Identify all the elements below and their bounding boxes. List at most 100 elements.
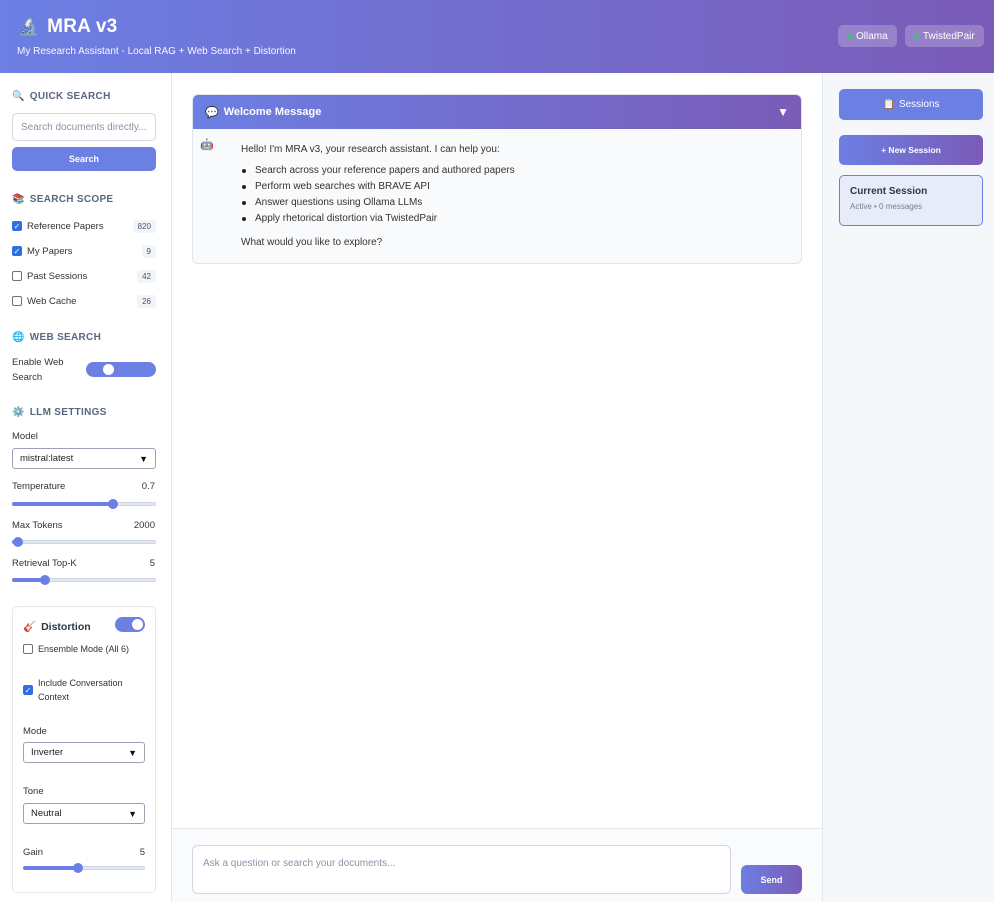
gain-label: Gain [23,847,44,858]
sessions-button[interactable]: 📋 Sessions [839,89,983,120]
welcome-intro: Hello! I'm MRA v3, your research assista… [241,144,500,155]
checkbox-past-sessions[interactable] [12,271,22,281]
max-tokens-label: Max Tokens [12,520,63,531]
speech-bubble-icon: 💬 [205,106,219,119]
status-dot-icon [914,33,919,39]
topk-slider[interactable] [12,575,156,585]
ensemble-mode-row[interactable]: Ensemble Mode (All 6) [23,644,129,654]
microscope-icon: 🔬 [18,17,40,36]
topk-label: Retrieval Top-K [12,558,77,569]
app-title: MRA v3 [47,16,118,37]
chat-input-bar: Ask a question or search your documents.… [172,828,822,902]
web-search-toggle[interactable] [86,362,156,377]
max-tokens-value: 2000 [133,520,155,531]
toggle-knob [132,619,143,630]
brand: 🔬 MRA v3 [18,16,117,38]
model-value: mistral:latest [20,453,74,464]
checkbox-web-cache[interactable] [12,296,22,306]
collapse-triangle-icon[interactable]: ▼ [777,105,789,119]
list-item: Answer questions using Ollama LLMs [241,195,515,211]
max-tokens-slider[interactable] [12,537,156,547]
temperature-label: Temperature [12,481,66,492]
welcome-title: Welcome Message [223,106,322,118]
scope-count: 820 [132,219,156,233]
model-select[interactable]: mistral:latest ▼ [12,448,156,469]
web-search-title: 🌐 WEB SEARCH [12,332,102,343]
llm-settings-title: ⚙️ LLM SETTINGS [12,407,107,418]
mode-value: Inverter [31,747,64,758]
welcome-list: Search across your reference papers and … [241,163,515,227]
checkbox-my-papers[interactable]: ✓ [12,246,22,256]
welcome-body: Hello! I'm MRA v3, your research assista… [241,142,515,251]
temperature-slider[interactable] [12,499,156,509]
left-sidebar: 🔍 QUICK SEARCH Search documents directly… [0,73,172,902]
chevron-down-icon: ▼ [139,453,148,464]
slider-thumb[interactable] [12,537,23,547]
welcome-outro: What would you like to explore? [241,237,383,248]
list-item: Apply rhetorical distortion via TwistedP… [241,211,515,227]
welcome-header[interactable]: 💬 Welcome Message ▼ [193,95,801,129]
slider-thumb[interactable] [72,863,83,873]
scope-label: Past Sessions [27,270,88,282]
gain-value: 5 [139,847,145,858]
quick-search-title: 🔍 QUICK SEARCH [12,91,111,102]
books-icon: 📚 [12,194,25,205]
scope-item-web-cache[interactable]: Web Cache 26 [12,293,156,309]
scope-label: My Papers [27,245,73,257]
right-sidebar: 📋 Sessions + New Session Current Session… [822,73,994,902]
temperature-value: 0.7 [141,481,155,492]
app-header: 🔬 MRA v3 My Research Assistant - Local R… [0,0,994,73]
scope-label: Reference Papers [27,220,104,232]
gain-slider[interactable] [23,863,145,873]
scope-item-past-sessions[interactable]: Past Sessions 42 [12,268,156,284]
status-label: Ollama [856,30,888,42]
topk-value: 5 [149,558,155,569]
web-search-label-2: Search [12,372,43,383]
status-ollama[interactable]: Ollama [838,25,897,47]
session-status: Active • 0 messages [850,202,923,211]
distortion-toggle[interactable] [115,617,145,632]
tone-label: Tone [23,786,44,797]
chat-input[interactable]: Ask a question or search your documents.… [192,845,731,894]
slider-thumb[interactable] [107,499,118,509]
mode-label: Mode [23,726,47,737]
welcome-message: 💬 Welcome Message ▼ 🤖 Hello! I'm MRA v3,… [192,94,802,264]
current-session-card[interactable]: Current Session Active • 0 messages [839,175,983,226]
distortion-title: 🎸 Distortion [23,620,91,634]
checkbox-ensemble-mode[interactable] [23,644,33,654]
scope-item-my-papers[interactable]: ✓ My Papers 9 [12,243,156,259]
list-item: Perform web searches with BRAVE API [241,179,515,195]
quick-search-button[interactable]: Search [12,147,156,171]
chevron-down-icon: ▼ [128,808,137,819]
robot-icon: 🤖 [200,139,214,151]
scope-count: 42 [137,269,156,283]
scope-count: 26 [137,294,156,308]
list-item: Search across your reference papers and … [241,163,515,179]
status-label: TwistedPair [923,30,975,42]
new-session-button[interactable]: + New Session [839,135,983,165]
status-dot-icon [847,33,852,39]
slider-thumb[interactable] [40,575,51,585]
send-button[interactable]: Send [741,865,802,894]
chevron-down-icon: ▼ [128,747,137,758]
checkbox-include-context[interactable]: ✓ [23,685,33,695]
clipboard-icon: 📋 [882,99,895,110]
session-title: Current Session [850,186,928,197]
chat-area: 💬 Welcome Message ▼ 🤖 Hello! I'm MRA v3,… [172,73,822,902]
app-subtitle: My Research Assistant - Local RAG + Web … [17,46,296,57]
checkbox-reference-papers[interactable]: ✓ [12,221,22,231]
include-context-label: Include Conversation Context [38,678,123,702]
quick-search-input[interactable]: Search documents directly... [12,113,156,141]
search-scope-title: 📚 SEARCH SCOPE [12,194,114,205]
mode-select[interactable]: Inverter ▼ [23,742,145,763]
guitar-icon: 🎸 [23,621,37,633]
gear-icon: ⚙️ [12,407,25,418]
scope-count: 9 [141,244,156,258]
globe-icon: 🌐 [12,332,25,343]
tone-value: Neutral [31,808,62,819]
status-twistedpair[interactable]: TwistedPair [905,25,984,47]
toggle-knob [103,364,114,375]
scope-item-reference-papers[interactable]: ✓ Reference Papers 820 [12,218,156,234]
web-search-label: Enable Web [12,357,64,368]
tone-select[interactable]: Neutral ▼ [23,803,145,824]
